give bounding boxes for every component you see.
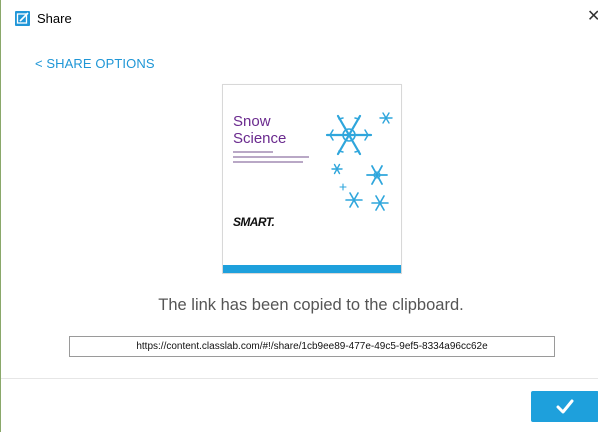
share-link-field[interactable] (69, 336, 555, 357)
title-bar: Share ✕ (1, 0, 598, 40)
checkmark-icon (556, 399, 574, 414)
cover-title-line2: Science (233, 130, 287, 147)
copied-confirmation-message: The link has been copied to the clipboar… (158, 296, 464, 314)
cover-title: Snow Science (233, 113, 286, 147)
snowflake-illustration (325, 112, 393, 211)
smart-logo: SMART. (233, 215, 275, 229)
cover-title-line1: Snow (233, 113, 271, 130)
close-icon[interactable]: ✕ (587, 9, 598, 25)
cover-accent-bar (223, 265, 401, 273)
confirm-button[interactable] (531, 391, 598, 422)
cover-fine-print (233, 151, 309, 166)
share-app-icon (15, 11, 30, 26)
footer-divider (1, 378, 598, 379)
back-to-share-options-link[interactable]: < SHARE OPTIONS (35, 56, 155, 71)
share-dialog: Share ✕ < SHARE OPTIONS Snow Science SMA… (0, 0, 598, 432)
book-cover-thumbnail: Snow Science SMART. (222, 84, 402, 274)
window-title: Share (37, 11, 72, 26)
